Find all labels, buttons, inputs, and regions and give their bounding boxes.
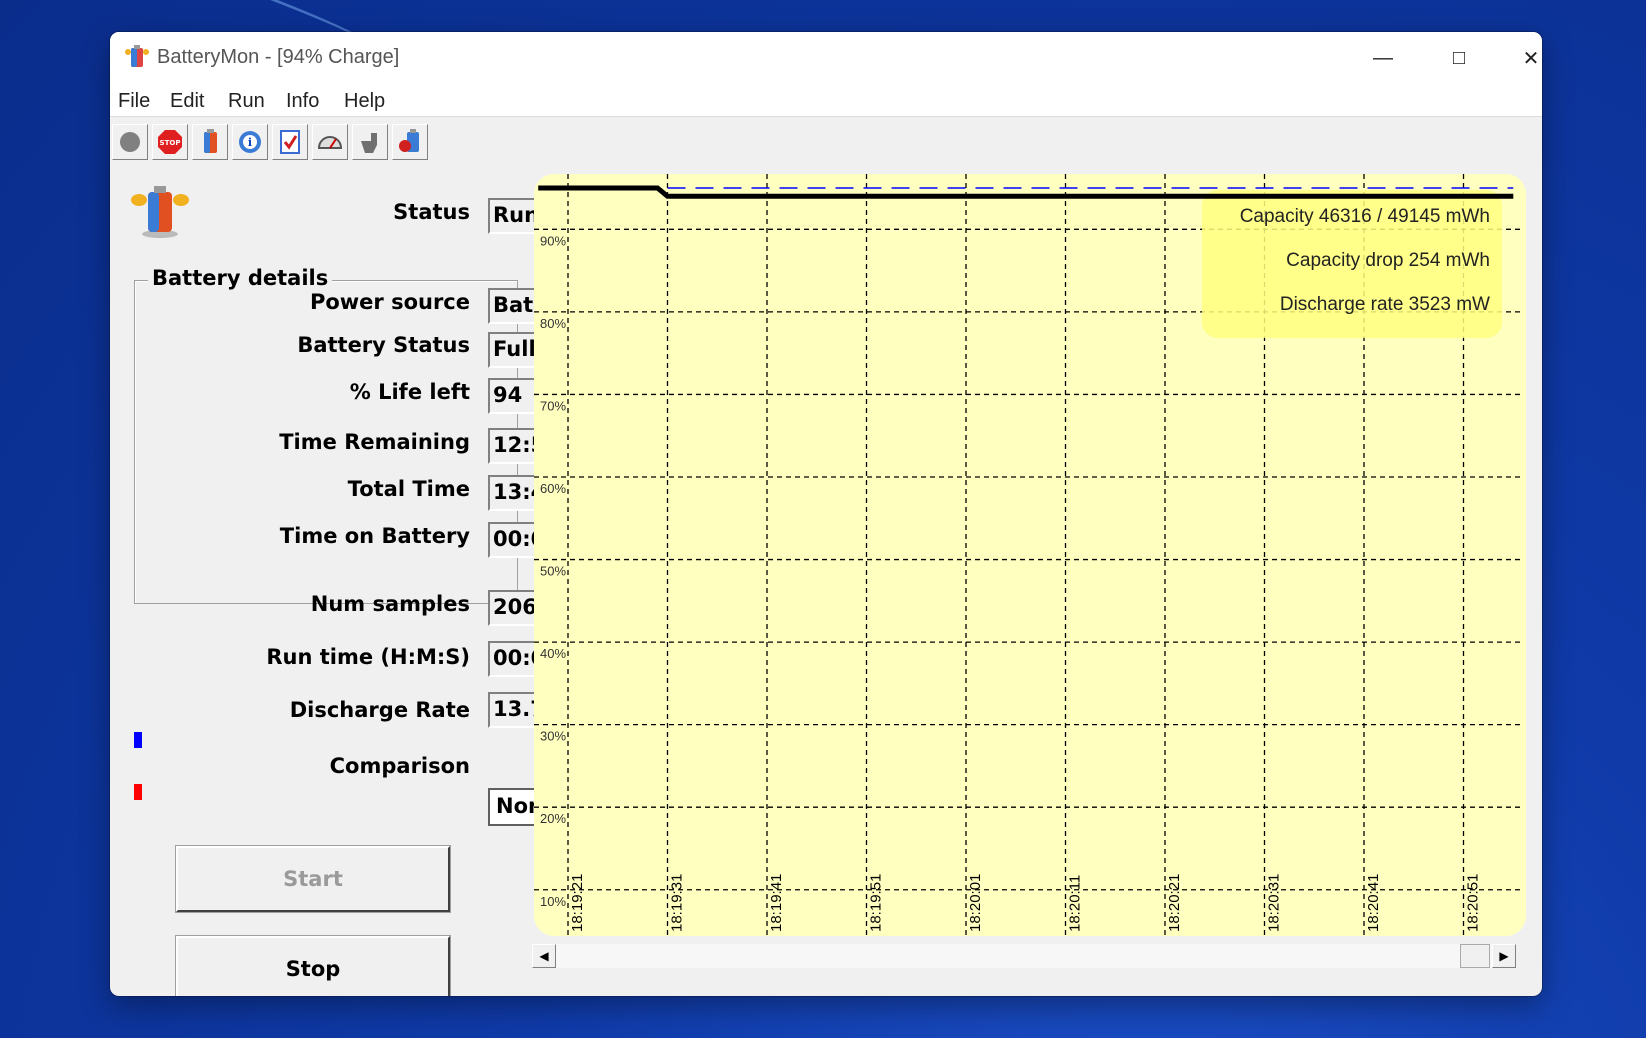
discharge-rate-marker — [134, 732, 142, 748]
checklist-icon[interactable] — [272, 124, 308, 160]
chart-x-tick-label: 18:19:41 — [768, 874, 785, 932]
menu-run[interactable]: Run — [228, 90, 265, 113]
chart-x-tick-label: 18:20:21 — [1166, 874, 1183, 932]
chart-y-tick-label: 40% — [540, 646, 566, 661]
title-bar[interactable]: BatteryMon - [94% Charge] — □ ✕ — [110, 32, 1542, 84]
stop-circle-icon[interactable] — [112, 124, 148, 160]
scroll-right-icon[interactable]: ▶ — [1492, 944, 1516, 968]
time-on-battery-label: Time on Battery — [279, 524, 470, 548]
stop-sign-icon[interactable]: STOP — [152, 124, 188, 160]
app-battery-icon — [125, 45, 149, 67]
chart-annotation: Discharge rate 3523 mW — [1280, 294, 1490, 315]
chart-x-tick-label: 18:19:51 — [868, 874, 885, 932]
chart-x-tick-label: 18:20:41 — [1365, 874, 1382, 932]
svg-text:STOP: STOP — [160, 139, 181, 147]
chart-y-tick-label: 80% — [540, 316, 566, 331]
chart-y-tick-label: 60% — [540, 481, 566, 496]
comparison-label: Comparison — [329, 754, 470, 778]
chart-annotation: Capacity 46316 / 49145 mWh — [1240, 206, 1490, 227]
chart-x-tick-label: 18:20:31 — [1266, 874, 1283, 932]
total-time-label: Total Time — [347, 477, 470, 501]
discharge-rate-label: Discharge Rate — [289, 698, 470, 722]
battery-icon[interactable] — [192, 124, 228, 160]
chart-x-tick-label: 18:19:31 — [669, 874, 686, 932]
chart-x-tick-label: 18:20:51 — [1465, 874, 1482, 932]
menu-file[interactable]: File — [118, 90, 150, 113]
chart-y-tick-label: 90% — [540, 233, 566, 248]
comparison-marker — [134, 784, 142, 800]
svg-text:i: i — [248, 136, 252, 149]
maximize-icon[interactable]: □ — [1428, 38, 1490, 78]
scrollbar-thumb[interactable] — [1460, 944, 1490, 968]
chart-x-tick-label: 18:19:21 — [569, 874, 586, 932]
window-title: BatteryMon - [94% Charge] — [157, 46, 400, 68]
chart-horizontal-scrollbar[interactable]: ◀ ▶ — [532, 944, 1516, 968]
scroll-left-icon[interactable]: ◀ — [532, 944, 556, 968]
menu-info[interactable]: Info — [286, 90, 319, 113]
chart-y-tick-label: 10% — [540, 894, 566, 909]
battery-settings-icon[interactable] — [392, 124, 428, 160]
close-icon[interactable]: ✕ — [1500, 38, 1542, 78]
battery-status-label: Battery Status — [297, 333, 470, 357]
app-window: BatteryMon - [94% Charge] — □ ✕ File Edi… — [110, 32, 1542, 996]
chart-y-tick-label: 30% — [540, 729, 566, 744]
power-source-label: Power source — [309, 290, 470, 314]
stop-button[interactable]: Stop — [175, 935, 451, 996]
chart-annotation: Capacity drop 254 mWh — [1286, 250, 1490, 271]
chart-svg: 90% 80% 70% 60% 50% 40% 30% 20% 10% 18:19:21 18:19… — [534, 174, 1526, 936]
menu-help[interactable]: Help — [344, 90, 385, 113]
battery-logo-icon — [131, 186, 189, 238]
minimize-icon[interactable]: — — [1352, 38, 1414, 78]
run-time-label: Run time (H:M:S) — [266, 645, 470, 669]
menu-bar: File Edit Run Info Help — [110, 84, 1542, 117]
life-left-label: % Life left — [349, 380, 470, 404]
status-label: Status — [393, 200, 470, 224]
chart-y-tick-label: 20% — [540, 811, 566, 826]
gauge-icon[interactable] — [312, 124, 348, 160]
info-icon[interactable]: i — [232, 124, 268, 160]
num-samples-label: Num samples — [310, 592, 470, 616]
chart-y-tick-label: 70% — [540, 398, 566, 413]
toolbar: STOP i — [112, 124, 432, 160]
chart-x-tick-label: 18:20:11 — [1067, 875, 1084, 932]
chart-y-tick-label: 50% — [540, 564, 566, 579]
start-button[interactable]: Start — [175, 845, 451, 913]
chart-x-tick-label: 18:20:01 — [967, 874, 984, 932]
battery-details-title: Battery details — [148, 266, 333, 290]
time-remaining-label: Time Remaining — [279, 430, 470, 454]
pointer-icon[interactable] — [352, 124, 388, 160]
battery-chart: 90% 80% 70% 60% 50% 40% 30% 20% 10% 18:19:21 18:19… — [530, 170, 1530, 940]
menu-edit[interactable]: Edit — [170, 90, 204, 113]
